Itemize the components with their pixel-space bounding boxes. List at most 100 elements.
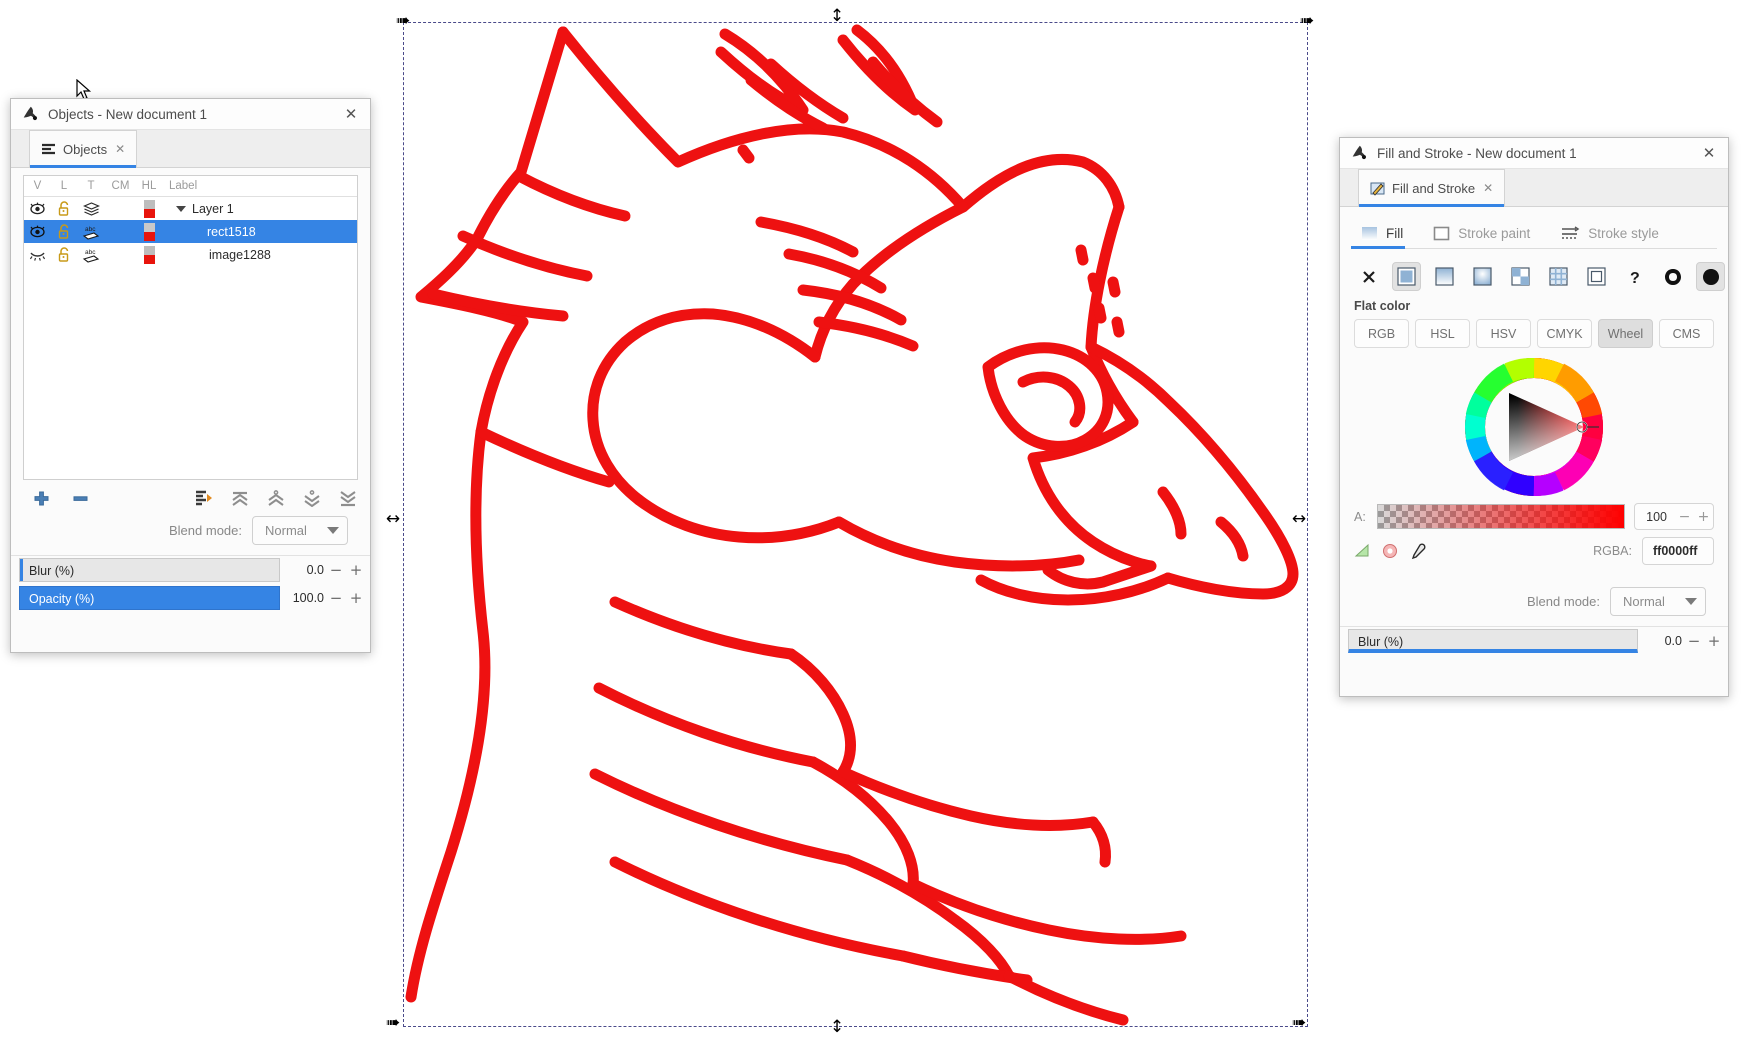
row-highlight-swatch[interactable] <box>136 245 162 264</box>
row-lock-icon[interactable] <box>51 224 77 239</box>
tab-fill-and-stroke[interactable]: Fill and Stroke ✕ <box>1358 169 1506 207</box>
fill-rule-evenodd-button[interactable] <box>1658 262 1687 291</box>
alpha-increment-button[interactable]: + <box>1694 509 1713 525</box>
radial-gradient-icon <box>1473 267 1492 286</box>
lower-to-bottom-button[interactable] <box>338 485 358 512</box>
row-lock-icon[interactable] <box>51 201 77 216</box>
assign-alpha-icon[interactable] <box>1381 543 1399 559</box>
objects-opacity-increment-button[interactable]: + <box>348 589 364 607</box>
fill-and-stroke-dialog[interactable]: Fill and Stroke - New document 1 ✕ Fill … <box>1339 137 1729 697</box>
tab-fill-and-stroke-close-icon[interactable]: ✕ <box>1483 181 1493 195</box>
resize-handle-w[interactable]: ↔ <box>384 510 402 528</box>
fill-stroke-blur-slider[interactable]: Blur (%) <box>1348 629 1638 653</box>
eyedropper-icon[interactable] <box>1408 542 1426 560</box>
row-expander-icon[interactable] <box>176 205 186 212</box>
rgba-label: RGBA: <box>1593 544 1632 558</box>
alpha-slider[interactable] <box>1377 504 1626 529</box>
row-highlight-swatch[interactable] <box>136 222 162 241</box>
flat-color-button[interactable] <box>1392 262 1421 291</box>
color-mode-cmyk[interactable]: CMYK <box>1537 319 1592 348</box>
col-header-highlight: HL <box>141 180 157 192</box>
table-row[interactable]: Layer 1 <box>24 197 357 220</box>
fill-stroke-titlebar[interactable]: Fill and Stroke - New document 1 ✕ <box>1340 138 1728 169</box>
rgba-value: ff0000ff <box>1653 544 1698 558</box>
mesh-gradient-button[interactable] <box>1544 262 1573 291</box>
pattern-button[interactable] <box>1506 262 1535 291</box>
objects-opacity-slider[interactable]: Opacity (%) <box>19 586 280 610</box>
lower-button[interactable] <box>302 485 322 512</box>
subtab-stroke-style[interactable]: Stroke style <box>1550 222 1671 248</box>
objects-blend-mode-select[interactable]: Normal <box>252 516 348 545</box>
fill-stroke-blur-slider-row[interactable]: Blur (%) 0.0 − + <box>1340 627 1728 655</box>
table-row[interactable]: abc rect1518 <box>24 220 357 243</box>
alpha-spinbox[interactable]: 100 − + <box>1634 503 1714 530</box>
remove-object-button[interactable] <box>72 485 89 512</box>
color-mode-rgb[interactable]: RGB <box>1354 319 1409 348</box>
objects-blur-decrement-button[interactable]: − <box>328 561 344 579</box>
objects-dialog-close-icon[interactable]: ✕ <box>340 103 362 125</box>
move-to-layer-button[interactable] <box>194 485 214 512</box>
row-lock-icon[interactable] <box>51 247 77 262</box>
objects-tree[interactable]: V L T CM HL Label Layer 1 abc rect1518 a… <box>23 175 358 480</box>
objects-blur-increment-button[interactable]: + <box>348 561 364 579</box>
raise-to-top-button[interactable] <box>230 485 250 512</box>
color-mode-wheel-label: Wheel <box>1607 326 1644 341</box>
row-visibility-icon[interactable] <box>24 202 51 215</box>
resize-handle-nw[interactable]: ➠ <box>394 12 412 30</box>
tab-objects-label: Objects <box>63 141 108 157</box>
color-mode-hsl[interactable]: HSL <box>1415 319 1470 348</box>
objects-opacity-slider-row[interactable]: Opacity (%) 100.0 − + <box>11 584 370 612</box>
unknown-paint-button[interactable]: ? <box>1620 262 1649 291</box>
subtab-stroke-paint[interactable]: Stroke paint <box>1423 222 1542 248</box>
fill-stroke-blend-mode-row: Blend mode: Normal <box>1340 565 1728 626</box>
fill-stroke-blur-increment-button[interactable]: + <box>1706 632 1722 650</box>
row-label-text: rect1518 <box>207 224 256 239</box>
fill-rule-nonzero-button[interactable] <box>1696 262 1725 291</box>
color-mode-cmyk-label: CMYK <box>1546 326 1583 341</box>
swatch-button[interactable] <box>1582 262 1611 291</box>
resize-handle-sw[interactable]: ➠ <box>384 1014 402 1032</box>
row-visibility-icon-hidden[interactable] <box>24 248 51 261</box>
row-type-icon-layers <box>77 201 105 216</box>
fill-stroke-blend-mode-select[interactable]: Normal <box>1610 587 1706 616</box>
color-wheel[interactable] <box>1464 357 1604 497</box>
objects-toolbar <box>23 480 358 516</box>
color-mode-rgb-label: RGB <box>1367 326 1396 341</box>
linear-gradient-button[interactable] <box>1430 262 1459 291</box>
col-header-lock: L <box>60 180 68 192</box>
rgba-input[interactable]: ff0000ff <box>1642 537 1714 565</box>
raise-button[interactable] <box>266 485 286 512</box>
radial-gradient-button[interactable] <box>1468 262 1497 291</box>
color-mode-wheel[interactable]: Wheel <box>1598 319 1653 348</box>
objects-blur-slider-row[interactable]: Blur (%) 0.0 − + <box>11 556 370 584</box>
fill-stroke-tab-strip: Fill and Stroke ✕ <box>1340 169 1728 207</box>
subtab-fill[interactable]: Fill <box>1351 222 1415 249</box>
add-object-button[interactable] <box>33 485 50 512</box>
linear-gradient-icon <box>1435 267 1454 286</box>
col-header-clip-mask: CM <box>111 180 130 192</box>
resize-handle-s[interactable]: ↕ <box>828 1018 846 1036</box>
row-highlight-swatch[interactable] <box>136 199 162 218</box>
resize-handle-se[interactable]: ➠ <box>1290 1014 1308 1032</box>
no-paint-button[interactable] <box>1354 262 1383 291</box>
fill-stroke-blur-decrement-button[interactable]: − <box>1686 632 1702 650</box>
color-mode-cms[interactable]: CMS <box>1659 319 1714 348</box>
objects-blur-slider[interactable]: Blur (%) <box>19 558 280 582</box>
resize-handle-ne[interactable]: ➠ <box>1298 12 1316 30</box>
resize-handle-n[interactable]: ↕ <box>828 7 846 25</box>
color-mode-buttons: RGB HSL HSV CMYK Wheel CMS <box>1340 319 1728 354</box>
objects-dialog-titlebar[interactable]: Objects - New document 1 ✕ <box>11 99 370 130</box>
objects-opacity-decrement-button[interactable]: − <box>328 589 344 607</box>
pick-alpha-icon[interactable] <box>1354 543 1372 559</box>
fill-stroke-close-icon[interactable]: ✕ <box>1698 142 1720 164</box>
alpha-decrement-button[interactable]: − <box>1675 509 1694 525</box>
stroke-style-icon <box>1562 226 1580 239</box>
table-row[interactable]: abc image1288 <box>24 243 357 266</box>
resize-handle-e[interactable]: ↔ <box>1290 510 1308 528</box>
fill-stroke-subtabs: Fill Stroke paint Stroke style <box>1351 216 1717 249</box>
objects-dialog[interactable]: Objects - New document 1 ✕ Objects ✕ V L… <box>10 98 371 653</box>
tab-objects-close-icon[interactable]: ✕ <box>115 142 125 156</box>
row-visibility-icon[interactable] <box>24 225 51 238</box>
color-mode-hsv[interactable]: HSV <box>1476 319 1531 348</box>
tab-objects[interactable]: Objects ✕ <box>29 130 138 168</box>
